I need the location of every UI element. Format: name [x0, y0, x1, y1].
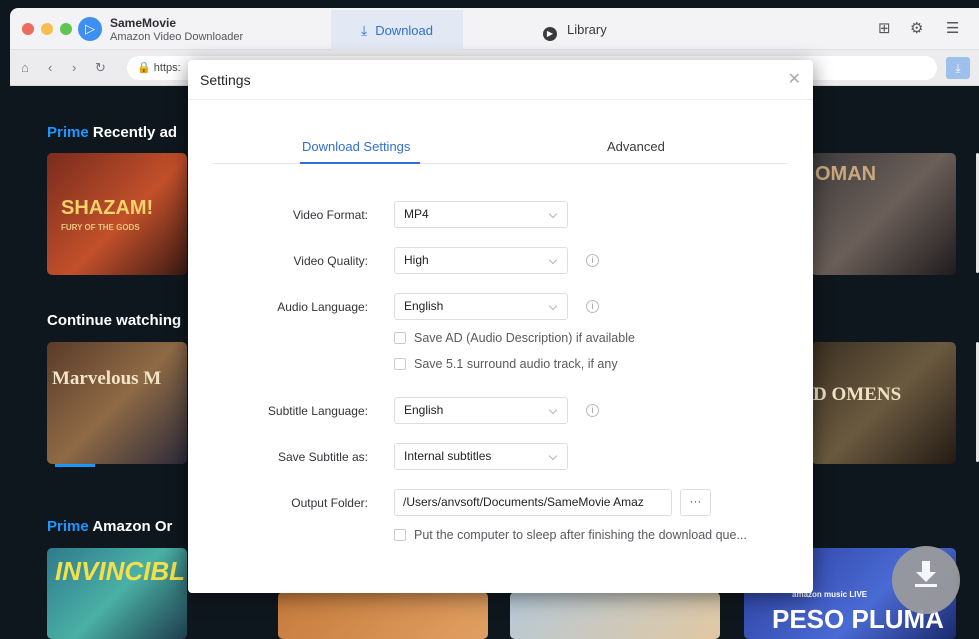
reload-icon[interactable]: ↻ [95, 60, 106, 76]
info-icon[interactable]: i [586, 300, 599, 313]
dialog-title: Settings [200, 72, 251, 88]
close-window-button[interactable] [22, 23, 34, 35]
video-quality-label: Video Quality: [293, 254, 369, 268]
minimize-window-button[interactable] [41, 23, 53, 35]
poster-catwoman[interactable]: OMAN [811, 153, 956, 275]
sleep-checkbox[interactable] [394, 529, 406, 541]
tab-advanced[interactable]: Advanced [607, 139, 665, 154]
video-quality-value: High [404, 253, 429, 267]
subtitle-language-value: English [404, 403, 444, 417]
chevron-down-icon [548, 209, 558, 219]
audio-language-select[interactable]: English [394, 293, 568, 320]
sleep-option[interactable]: Put the computer to sleep after finishin… [394, 528, 747, 542]
title-bar: ▷ SameMovie Amazon Video Downloader ⤓ Dow… [10, 8, 979, 50]
output-folder-label: Output Folder: [291, 496, 368, 510]
chevron-down-icon [548, 405, 558, 415]
poster-invincible[interactable]: INVINCIBL [47, 548, 187, 639]
poster-title: D OMENS [813, 384, 902, 405]
save-ad-checkbox[interactable] [394, 332, 406, 344]
download-arrow-icon [915, 561, 937, 587]
prime-label: Prime [47, 518, 89, 535]
app-subtitle: Amazon Video Downloader [110, 31, 244, 43]
app-name: SameMovie [110, 16, 177, 30]
poster-title: INVINCIBL [55, 556, 185, 586]
poster-subtitle: FURY OF THE GODS [61, 223, 140, 232]
grid-apps-icon[interactable]: ⊞ [878, 19, 891, 37]
poster-show-3[interactable] [510, 592, 720, 639]
close-icon[interactable]: ✕ [788, 69, 801, 89]
save-51-option[interactable]: Save 5.1 surround audio track, if any [394, 357, 618, 371]
tab-download-label: Download [375, 23, 434, 38]
gear-icon[interactable]: ⚙ [910, 19, 923, 37]
video-format-label: Video Format: [292, 208, 368, 222]
tab-library-label: Library [567, 22, 607, 37]
forward-icon[interactable]: › [72, 60, 76, 75]
save-ad-label: Save AD (Audio Description) if available [414, 331, 635, 345]
tab-library[interactable]: ▶ Library [543, 10, 607, 50]
menu-icon[interactable]: ☰ [946, 19, 959, 37]
poster-title: OMAN [815, 163, 877, 185]
browse-folder-button[interactable]: ··· [680, 489, 711, 516]
floating-download-button[interactable] [892, 546, 960, 614]
poster-marvelous-mrs-maisel[interactable]: Marvelous M [47, 342, 187, 464]
poster-show-2[interactable] [278, 592, 488, 639]
subtitle-language-label: Subtitle Language: [267, 404, 368, 418]
sleep-label: Put the computer to sleep after finishin… [414, 528, 747, 542]
maximize-window-button[interactable] [60, 23, 72, 35]
video-format-select[interactable]: MP4 [394, 201, 568, 228]
section-continue-watching: Continue watching [47, 312, 181, 329]
video-quality-select[interactable]: High [394, 247, 568, 274]
prime-label: Prime [47, 124, 89, 141]
save-ad-option[interactable]: Save AD (Audio Description) if available [394, 331, 635, 345]
video-format-value: MP4 [404, 207, 429, 221]
home-icon[interactable]: ⌂ [21, 60, 29, 75]
output-folder-field[interactable]: /Users/anvsoft/Documents/SameMovie Amaz [394, 489, 672, 516]
poster-shazam[interactable]: SHAZAM! FURY OF THE GODS [47, 153, 187, 275]
settings-dialog: Settings ✕ Download Settings Advanced Vi… [188, 60, 813, 593]
active-tab-indicator [300, 162, 420, 164]
audio-language-label: Audio Language: [277, 300, 368, 314]
section-title: Amazon Or [92, 518, 173, 535]
audio-language-value: English [404, 299, 444, 313]
save-subtitle-label: Save Subtitle as: [277, 450, 368, 464]
watch-progress-bar [55, 464, 95, 467]
chevron-down-icon [548, 255, 558, 265]
chevron-down-icon [548, 301, 558, 311]
section-recently-added: Prime Recently ad [47, 124, 177, 141]
save-subtitle-value: Internal subtitles [404, 449, 492, 463]
back-icon[interactable]: ‹ [48, 60, 52, 75]
divider [188, 99, 813, 100]
add-download-button[interactable]: ⤓ [946, 57, 970, 79]
address-text: https: [153, 62, 181, 74]
subtitle-language-select[interactable]: English [394, 397, 568, 424]
save-51-label: Save 5.1 surround audio track, if any [414, 357, 618, 371]
poster-title: SHAZAM! [61, 197, 154, 219]
tab-download[interactable]: ⤓ Download [331, 10, 463, 50]
save-51-checkbox[interactable] [394, 358, 406, 370]
section-title: Recently ad [92, 124, 178, 141]
section-title: Continue watching [47, 312, 182, 329]
info-icon[interactable]: i [586, 254, 599, 267]
save-subtitle-select[interactable]: Internal subtitles [394, 443, 568, 470]
poster-title: Marvelous M [52, 368, 162, 389]
download-icon: ⤓ [360, 22, 368, 38]
poster-good-omens[interactable]: D OMENS [811, 342, 956, 464]
chevron-down-icon [548, 451, 558, 461]
library-icon: ▶ [543, 27, 557, 41]
info-icon[interactable]: i [586, 404, 599, 417]
tab-download-settings[interactable]: Download Settings [302, 139, 410, 154]
lock-icon: 🔒 [137, 62, 151, 74]
section-amazon-originals: Prime Amazon Or [47, 518, 172, 535]
app-logo-icon: ▷ [78, 17, 102, 41]
